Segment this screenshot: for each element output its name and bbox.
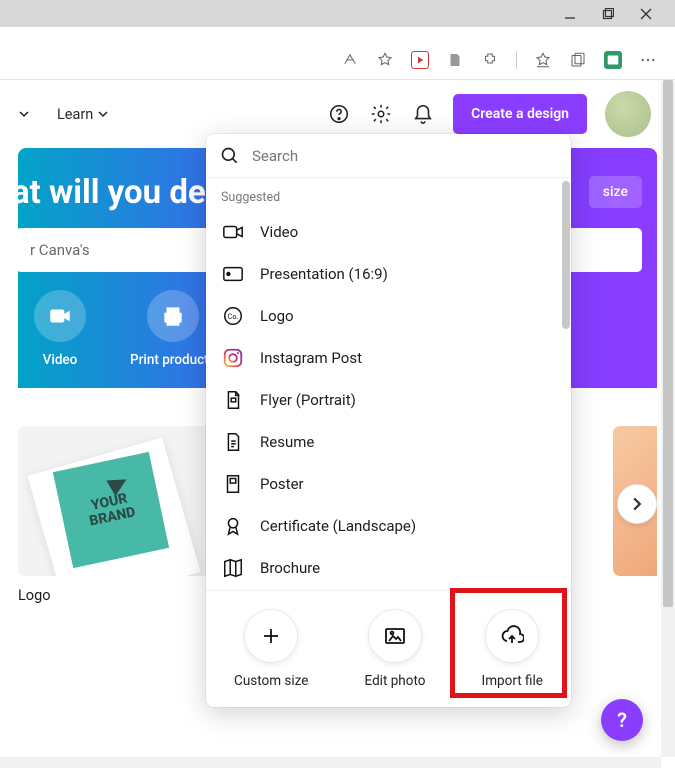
panel-item-label: Brochure bbox=[260, 559, 320, 577]
panel-item-label: Presentation (16:9) bbox=[260, 265, 388, 283]
vertical-scrollbar[interactable] bbox=[661, 80, 675, 757]
footer-label: Edit photo bbox=[365, 673, 426, 689]
window-titlebar bbox=[0, 0, 675, 27]
footer-edit-photo[interactable]: Edit photo bbox=[365, 609, 426, 689]
hero-action-print[interactable]: Print products bbox=[130, 290, 216, 368]
logo-icon: Co. bbox=[221, 304, 245, 328]
panel-item-flyer[interactable]: Flyer (Portrait) bbox=[206, 379, 571, 421]
nav-label: Learn bbox=[57, 106, 93, 123]
panel-item-presentation[interactable]: Presentation (16:9) bbox=[206, 253, 571, 295]
resume-icon bbox=[221, 430, 245, 454]
panel-search-input[interactable] bbox=[252, 147, 557, 165]
panel-item-video[interactable]: Video bbox=[206, 211, 571, 253]
minimize-button[interactable] bbox=[563, 7, 577, 21]
panel-item-resume[interactable]: Resume bbox=[206, 421, 571, 463]
template-card-logo[interactable]: YOUR BRAND bbox=[18, 426, 218, 576]
more-icon[interactable] bbox=[639, 51, 657, 69]
avatar[interactable] bbox=[605, 91, 651, 137]
panel-scrollbar[interactable] bbox=[562, 178, 571, 510]
footer-custom-size[interactable]: Custom size bbox=[234, 609, 308, 689]
instagram-icon bbox=[221, 346, 245, 370]
panel-item-certificate[interactable]: Certificate (Landscape) bbox=[206, 505, 571, 547]
panel-section-label: Suggested bbox=[206, 178, 571, 211]
hero-search-placeholder: r Canva's bbox=[30, 241, 90, 259]
nav-item-learn[interactable]: Learn bbox=[57, 106, 108, 123]
footer-label: Custom size bbox=[234, 673, 308, 689]
help-fab[interactable]: ? bbox=[601, 699, 643, 741]
design-type-panel: Suggested Video Presentation (16:9) Co. … bbox=[206, 134, 571, 707]
panel-item-instagram[interactable]: Instagram Post bbox=[206, 337, 571, 379]
favorite-icon[interactable] bbox=[376, 51, 394, 69]
panel-item-poster[interactable]: Poster bbox=[206, 463, 571, 505]
extension-1-icon[interactable] bbox=[411, 51, 429, 69]
flyer-icon bbox=[221, 388, 245, 412]
read-aloud-icon[interactable] bbox=[341, 51, 359, 69]
settings-icon[interactable] bbox=[369, 102, 393, 126]
extensions-icon[interactable] bbox=[481, 51, 499, 69]
extension-3-icon[interactable] bbox=[604, 51, 622, 69]
create-design-button[interactable]: Create a design bbox=[453, 94, 587, 134]
hero-action-label: Print products bbox=[130, 352, 216, 368]
horizontal-scrollbar[interactable] bbox=[0, 757, 661, 768]
notifications-icon[interactable] bbox=[411, 102, 435, 126]
panel-item-label: Flyer (Portrait) bbox=[260, 391, 356, 409]
panel-footer: Custom size Edit photo Import file bbox=[206, 590, 571, 707]
favorites-bar-icon[interactable] bbox=[534, 51, 552, 69]
panel-item-label: Video bbox=[260, 223, 298, 241]
collections-icon[interactable] bbox=[569, 51, 587, 69]
certificate-icon bbox=[221, 514, 245, 538]
video-icon bbox=[221, 220, 245, 244]
panel-item-brochure[interactable]: Brochure bbox=[206, 547, 571, 589]
svg-text:Co.: Co. bbox=[228, 312, 239, 321]
tab-strip bbox=[0, 27, 675, 41]
panel-search[interactable] bbox=[206, 134, 571, 178]
brochure-icon bbox=[221, 556, 245, 580]
custom-size-button[interactable]: size bbox=[589, 176, 642, 208]
toolbar-separator bbox=[516, 51, 517, 69]
panel-item-label: Certificate (Landscape) bbox=[260, 517, 416, 535]
carousel-next-button[interactable] bbox=[617, 484, 657, 524]
panel-item-label: Resume bbox=[260, 433, 314, 451]
poster-icon bbox=[221, 472, 245, 496]
panel-item-logo[interactable]: Co. Logo bbox=[206, 295, 571, 337]
panel-item-label: Logo bbox=[260, 307, 294, 325]
extension-2-icon[interactable] bbox=[446, 51, 464, 69]
hero-action-label: Video bbox=[43, 352, 78, 368]
panel-item-label: Poster bbox=[260, 475, 304, 493]
footer-label: Import file bbox=[482, 673, 543, 689]
help-icon[interactable] bbox=[327, 102, 351, 126]
presentation-icon bbox=[221, 262, 245, 286]
footer-import-file[interactable]: Import file bbox=[482, 609, 543, 689]
nav-item-1[interactable] bbox=[19, 106, 29, 123]
maximize-button[interactable] bbox=[601, 7, 615, 21]
close-button[interactable] bbox=[639, 7, 653, 21]
panel-item-label: Instagram Post bbox=[260, 349, 362, 367]
hero-action-video[interactable]: Video bbox=[34, 290, 86, 368]
browser-toolbar bbox=[0, 41, 675, 79]
